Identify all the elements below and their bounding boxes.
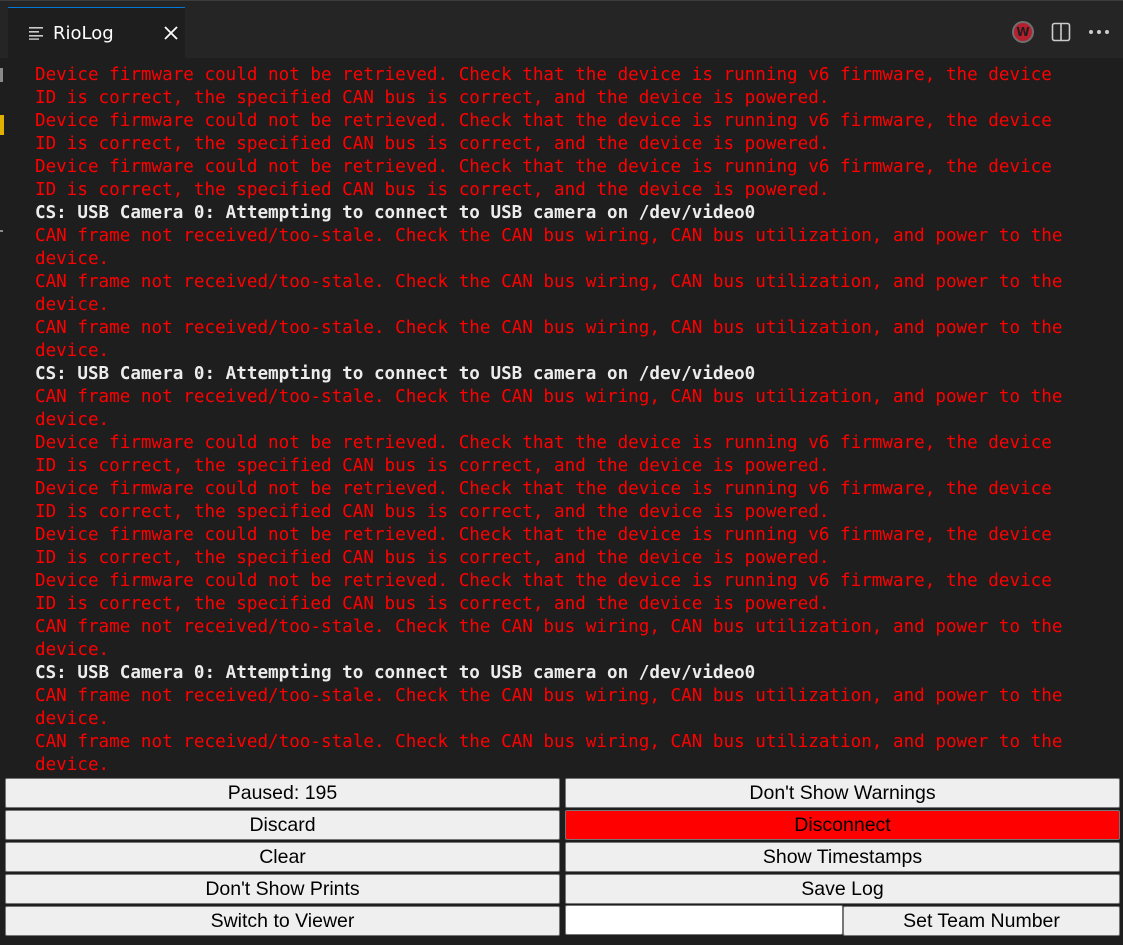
show-timestamps-button[interactable]: Show Timestamps xyxy=(565,842,1120,872)
gutter-marker xyxy=(0,230,3,232)
log-line-error: CAN frame not received/too-stale. Check … xyxy=(35,732,1063,752)
log-line-error: CAN frame not received/too-stale. Check … xyxy=(35,318,1063,338)
log-lines: device. Device firmware could not be retr… xyxy=(35,58,1115,777)
close-icon[interactable] xyxy=(162,24,180,42)
wpilib-icon[interactable]: W xyxy=(1010,19,1036,45)
log-line-error: device. xyxy=(35,341,110,361)
log-line-info: CS: USB Camera 0: Attempting to connect … xyxy=(35,663,756,683)
log-line-error: Device firmware could not be retrieved. … xyxy=(35,111,1052,131)
team-number-input[interactable] xyxy=(565,905,843,935)
list-lines-icon xyxy=(29,27,43,40)
log-line-error: Device firmware could not be retrieved. … xyxy=(35,525,1052,545)
riolog-output[interactable]: device. Device firmware could not be retr… xyxy=(35,58,1115,778)
log-line-error: device. xyxy=(35,709,110,729)
more-actions-icon[interactable] xyxy=(1086,19,1112,45)
log-line-error: Device firmware could not be retrieved. … xyxy=(35,479,1052,499)
dont-show-warnings-button[interactable]: Don't Show Warnings xyxy=(565,778,1120,808)
log-line-error: ID is correct, the specified CAN bus is … xyxy=(35,88,830,108)
set-team-number-button[interactable]: Set Team Number xyxy=(843,906,1120,936)
gutter-marker xyxy=(0,68,3,82)
log-line-error: CAN frame not received/too-stale. Check … xyxy=(35,387,1063,407)
log-line-error: device. xyxy=(35,249,110,269)
log-line-error: CAN frame not received/too-stale. Check … xyxy=(35,272,1063,292)
log-line-error: ID is correct, the specified CAN bus is … xyxy=(35,502,830,522)
log-line-error: ID is correct, the specified CAN bus is … xyxy=(35,548,830,568)
log-line-error: Device firmware could not be retrieved. … xyxy=(35,65,1052,85)
log-line-error: device. xyxy=(35,755,110,775)
log-line-error: Device firmware could not be retrieved. … xyxy=(35,433,1052,453)
log-line-error: device. xyxy=(35,295,110,315)
riolog-controls: Paused: 195 Discard Clear Don't Show Pri… xyxy=(0,777,1123,945)
clear-button[interactable]: Clear xyxy=(5,842,560,872)
pause-button[interactable]: Paused: 195 xyxy=(5,778,560,808)
tab-riolog[interactable]: RioLog xyxy=(8,7,185,59)
editor-tab-bar: RioLog W xyxy=(0,0,1123,59)
save-log-button[interactable]: Save Log xyxy=(565,874,1120,904)
log-line-error: ID is correct, the specified CAN bus is … xyxy=(35,594,830,614)
split-editor-glyph xyxy=(1051,22,1071,42)
log-line-error: ID is correct, the specified CAN bus is … xyxy=(35,134,830,154)
discard-button[interactable]: Discard xyxy=(5,810,560,840)
log-line-info: CS: USB Camera 0: Attempting to connect … xyxy=(35,364,756,384)
log-line-error: Device firmware could not be retrieved. … xyxy=(35,157,1052,177)
log-line-error: ID is correct, the specified CAN bus is … xyxy=(35,456,830,476)
log-line-error: CAN frame not received/too-stale. Check … xyxy=(35,226,1063,246)
log-line-error: device. xyxy=(35,640,110,660)
split-editor-icon[interactable] xyxy=(1048,19,1074,45)
log-line-info: CS: USB Camera 0: Attempting to connect … xyxy=(35,203,756,223)
log-line-error: device. xyxy=(35,410,110,430)
log-line-error: CAN frame not received/too-stale. Check … xyxy=(35,617,1063,637)
gutter-warning-marker xyxy=(0,115,4,135)
editor-gutter xyxy=(0,58,6,778)
dont-show-prints-button[interactable]: Don't Show Prints xyxy=(5,874,560,904)
switch-to-viewer-button[interactable]: Switch to Viewer xyxy=(5,906,560,936)
log-line-error: Device firmware could not be retrieved. … xyxy=(35,571,1052,591)
log-line-error: ID is correct, the specified CAN bus is … xyxy=(35,180,830,200)
ellipsis-glyph xyxy=(1089,30,1109,34)
tab-title: RioLog xyxy=(53,23,114,44)
wpilib-badge: W xyxy=(1012,21,1034,43)
log-line-error: CAN frame not received/too-stale. Check … xyxy=(35,686,1063,706)
disconnect-button[interactable]: Disconnect xyxy=(565,810,1120,840)
